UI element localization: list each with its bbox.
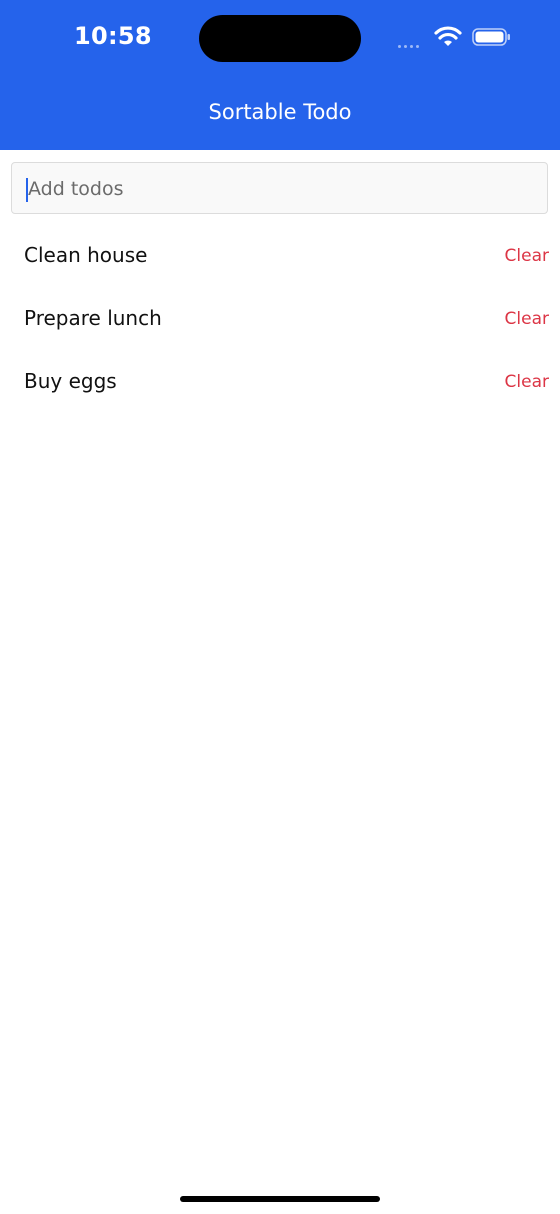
- todo-item[interactable]: Prepare lunch Clear: [0, 288, 560, 351]
- dynamic-island: [199, 15, 361, 62]
- home-indicator[interactable]: [180, 1196, 380, 1202]
- clear-button[interactable]: Clear: [505, 246, 549, 266]
- todo-item[interactable]: Clean house Clear: [0, 225, 560, 288]
- clear-button[interactable]: Clear: [505, 309, 549, 329]
- add-todo-input[interactable]: [28, 173, 528, 205]
- clear-button[interactable]: Clear: [505, 372, 549, 392]
- signal-icon: [398, 38, 428, 49]
- status-time: 10:58: [74, 22, 152, 50]
- page-title: Sortable Todo: [208, 100, 352, 124]
- battery-icon: [472, 28, 512, 46]
- wifi-icon: [434, 26, 462, 48]
- todo-item[interactable]: Buy eggs Clear: [0, 351, 560, 414]
- add-todo-field[interactable]: [11, 162, 548, 214]
- todo-text: Clean house: [24, 243, 148, 267]
- app-header: 10:58 Sortable Todo: [0, 0, 560, 150]
- todo-text: Buy eggs: [24, 369, 117, 393]
- todo-list: Clean house Clear Prepare lunch Clear Bu…: [0, 225, 560, 414]
- todo-text: Prepare lunch: [24, 306, 162, 330]
